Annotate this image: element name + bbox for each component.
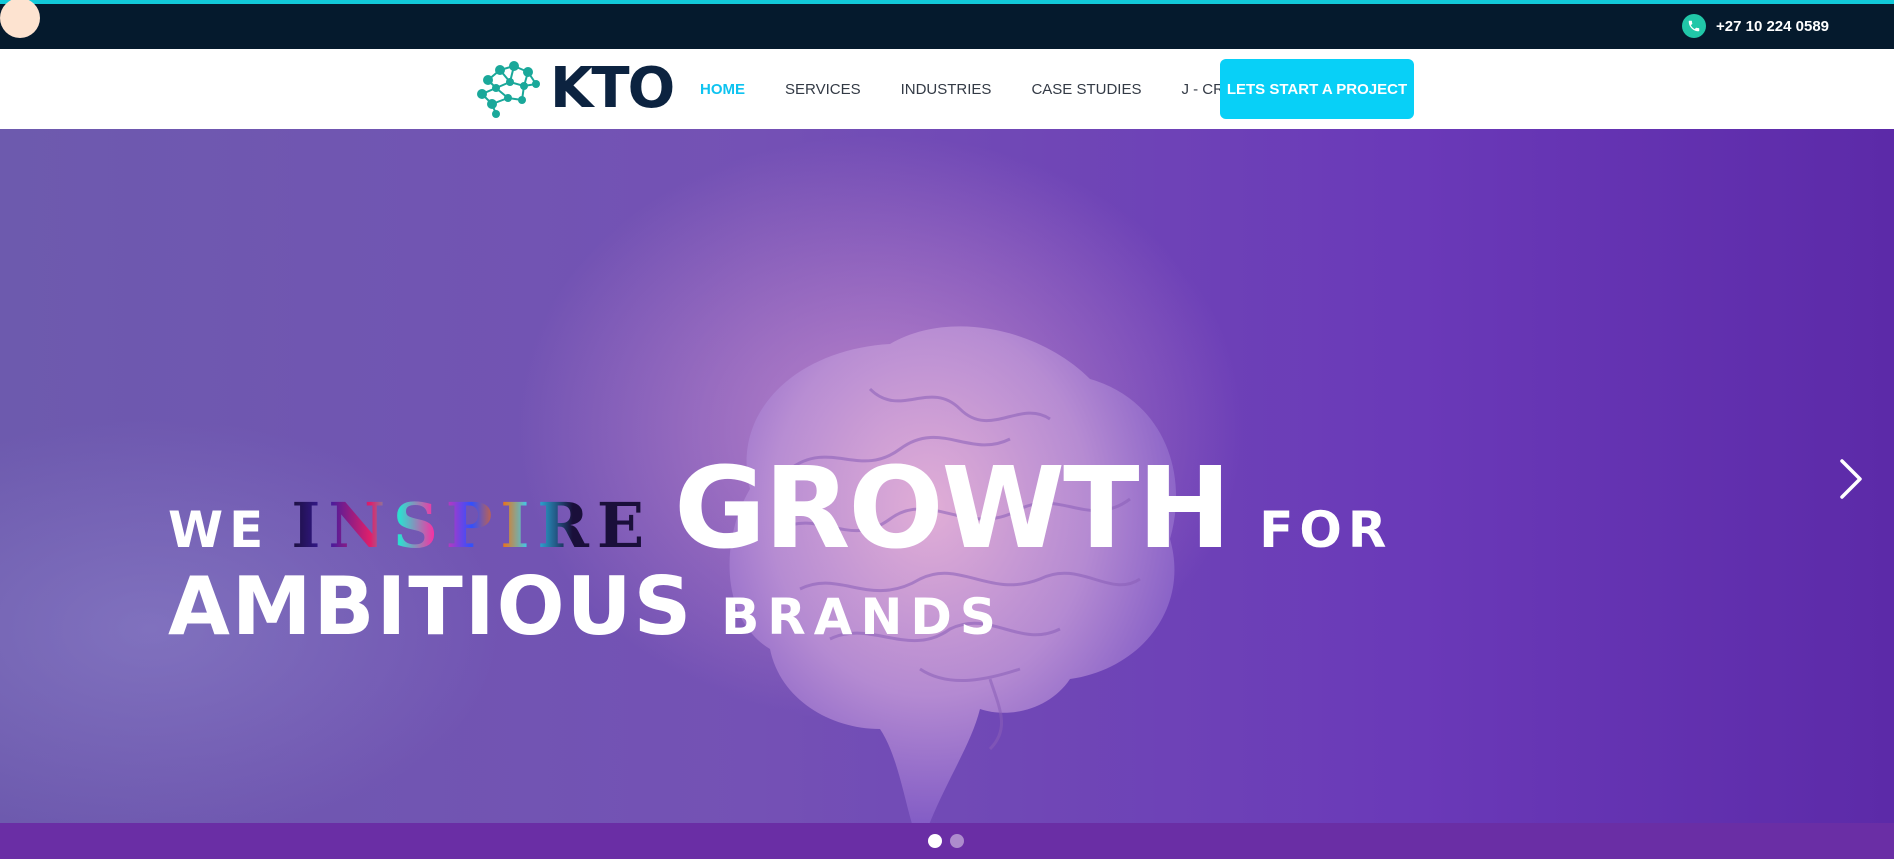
nav-menu: HOME SERVICES INDUSTRIES CASE STUDIES J …: [700, 49, 1285, 129]
headline-word-we: WE: [168, 501, 270, 559]
headline-word-growth: GROWTH: [674, 444, 1231, 574]
main-navbar: KTO HOME SERVICES INDUSTRIES CASE STUDIE…: [0, 49, 1894, 129]
top-bar: +27 10 224 0589: [0, 0, 1894, 49]
hero-slider: WE INSPIRE GROWTH FOR AMBITIOUS BRANDS: [0, 129, 1894, 823]
chevron-right-icon: [1840, 459, 1862, 499]
hero-headline: WE INSPIRE GROWTH FOR AMBITIOUS BRANDS: [168, 444, 1392, 653]
headline-word-brands: BRANDS: [721, 588, 1004, 646]
nav-item-services[interactable]: SERVICES: [785, 81, 861, 98]
logo[interactable]: KTO: [474, 55, 675, 121]
slider-pagination-bar: [0, 823, 1894, 859]
headline-word-ambitious: AMBITIOUS: [168, 560, 694, 653]
phone-contact[interactable]: +27 10 224 0589: [1682, 14, 1829, 38]
decorative-circle: [0, 0, 40, 38]
headline-word-inspire: INSPIRE: [291, 489, 653, 562]
nav-item-case-studies[interactable]: CASE STUDIES: [1031, 81, 1141, 98]
nav-item-industries[interactable]: INDUSTRIES: [901, 81, 992, 98]
phone-number[interactable]: +27 10 224 0589: [1716, 18, 1829, 35]
headline-word-for: FOR: [1259, 501, 1393, 559]
slide-dot-2[interactable]: [950, 834, 964, 848]
start-project-button[interactable]: LETS START A PROJECT: [1220, 59, 1414, 119]
phone-icon: [1682, 14, 1706, 38]
slide-dot-1[interactable]: [928, 834, 942, 848]
nav-item-home[interactable]: HOME: [700, 81, 745, 98]
brain-network-logo-icon: [477, 61, 540, 118]
slider-next-button[interactable]: [1836, 457, 1866, 501]
logo-text: KTO: [550, 55, 675, 121]
